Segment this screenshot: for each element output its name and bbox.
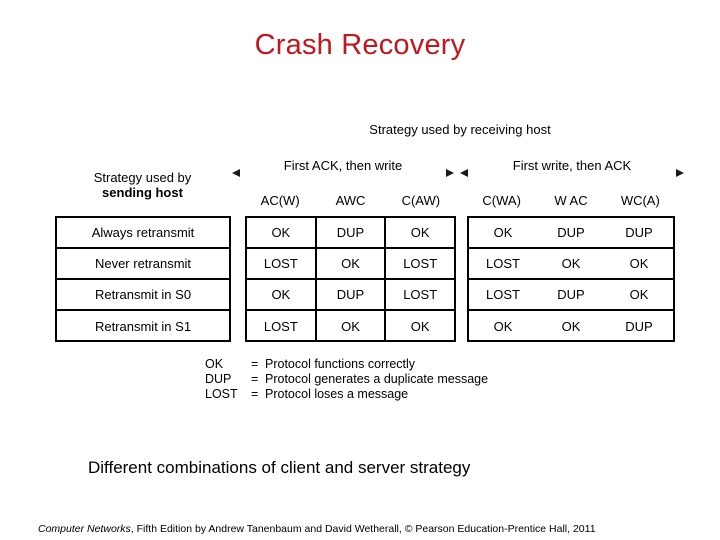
column-header: W AC <box>554 193 588 208</box>
row-label: Retransmit in S1 <box>94 319 192 334</box>
result-cell: OK <box>317 249 387 278</box>
results-table-write-then-ack: OK DUP DUP LOST OK OK LOST DUP OK OK OK … <box>467 216 675 342</box>
column-headers-right: C(WA) W AC WC(A) <box>467 192 675 212</box>
column-header: WC(A) <box>620 193 660 208</box>
sending-host-title: Strategy used by sending host <box>55 170 230 200</box>
table-row: OK OK DUP <box>469 311 673 342</box>
row-label: Retransmit in S0 <box>94 287 192 302</box>
row-label: Always retransmit <box>91 225 195 240</box>
legend-desc: Protocol generates a duplicate message <box>265 372 489 386</box>
results-table-ack-then-write: OK DUP OK LOST OK LOST OK DUP LOST LOST … <box>245 216 456 342</box>
result-cell: LOST <box>247 311 317 342</box>
result-cell: DUP <box>317 218 387 247</box>
legend-key: LOST <box>205 387 238 401</box>
result-cell: OK <box>629 287 649 302</box>
result-cell: OK <box>629 256 649 271</box>
result-cell: OK <box>410 225 430 240</box>
legend-desc: Protocol functions correctly <box>265 357 416 371</box>
table-row: Always retransmit <box>57 218 229 249</box>
source-citation: Computer Networks, Fifth Edition by Andr… <box>38 522 596 536</box>
result-cell: OK <box>561 256 581 271</box>
legend-eq: = <box>251 372 259 386</box>
result-cell: DUP <box>557 287 585 302</box>
table-row: OK DUP OK <box>247 218 454 249</box>
table-row: LOST OK OK <box>247 311 454 342</box>
result-cell: LOST <box>486 256 520 271</box>
span-group-label: First write, then ACK <box>512 158 632 173</box>
row-label: Never retransmit <box>94 256 192 271</box>
page-title: Crash Recovery <box>254 29 466 61</box>
crash-recovery-figure: Strategy used by receiving host First AC… <box>0 112 720 422</box>
legend-eq: = <box>251 357 259 371</box>
receiving-host-span-headers: First ACK, then write First write, then … <box>232 152 684 182</box>
figure-caption: Different combinations of client and ser… <box>88 458 471 477</box>
table-row: LOST OK OK <box>469 249 673 280</box>
arrow-left-icon <box>460 167 472 179</box>
span-group-label: First ACK, then write <box>283 158 403 173</box>
span-group-ack-then-write: First ACK, then write <box>232 152 454 182</box>
sending-host-title-line2: sending host <box>102 185 183 200</box>
result-cell: OK <box>561 319 581 334</box>
arrow-left-icon <box>232 167 244 179</box>
legend-key: OK <box>205 357 224 371</box>
result-cell: OK <box>247 218 317 247</box>
result-cell: OK <box>493 225 513 240</box>
result-cell: LOST <box>403 256 438 271</box>
arrow-right-icon <box>672 167 684 179</box>
legend-item: DUP = Protocol generates a duplicate mes… <box>205 372 488 387</box>
column-header: AC(W) <box>260 193 300 208</box>
result-cell: LOST <box>486 287 520 302</box>
result-cell: DUP <box>625 319 653 334</box>
result-cell: DUP <box>557 225 585 240</box>
legend-item: LOST = Protocol loses a message <box>205 387 488 402</box>
result-cell: LOST <box>247 249 317 278</box>
span-group-write-then-ack: First write, then ACK <box>460 152 684 182</box>
column-header: C(WA) <box>482 193 521 208</box>
result-cell: LOST <box>403 287 438 302</box>
result-cell: OK <box>317 311 387 342</box>
table-row: OK DUP DUP <box>469 218 673 249</box>
table-row: LOST OK LOST <box>247 249 454 280</box>
result-cell: DUP <box>625 225 653 240</box>
legend-key: DUP <box>205 372 232 386</box>
table-row: Never retransmit <box>57 249 229 280</box>
column-header: AWC <box>335 193 366 208</box>
table-row: Retransmit in S1 <box>57 311 229 342</box>
sending-host-title-line1: Strategy used by <box>93 170 192 185</box>
result-cell: OK <box>247 280 317 309</box>
table-row: LOST DUP OK <box>469 280 673 311</box>
table-row: Retransmit in S0 <box>57 280 229 311</box>
arrow-right-icon <box>442 167 454 179</box>
result-cell: OK <box>493 319 513 334</box>
legend: OK = Protocol functions correctly DUP = … <box>205 357 488 402</box>
column-header: C(AW) <box>401 193 441 208</box>
receiving-host-title: Strategy used by receiving host <box>369 122 551 137</box>
legend-item: OK = Protocol functions correctly <box>205 357 488 372</box>
column-headers-left: AC(W) AWC C(AW) <box>245 192 456 212</box>
legend-desc: Protocol loses a message <box>265 387 409 401</box>
result-cell: DUP <box>317 280 387 309</box>
citation-rest: , Fifth Edition by Andrew Tanenbaum and … <box>130 523 596 535</box>
row-label-table: Always retransmit Never retransmit Retra… <box>55 216 231 342</box>
legend-eq: = <box>251 387 259 401</box>
result-cell: OK <box>410 319 430 334</box>
table-row: OK DUP LOST <box>247 280 454 311</box>
citation-book-title: Computer Networks <box>38 523 131 535</box>
